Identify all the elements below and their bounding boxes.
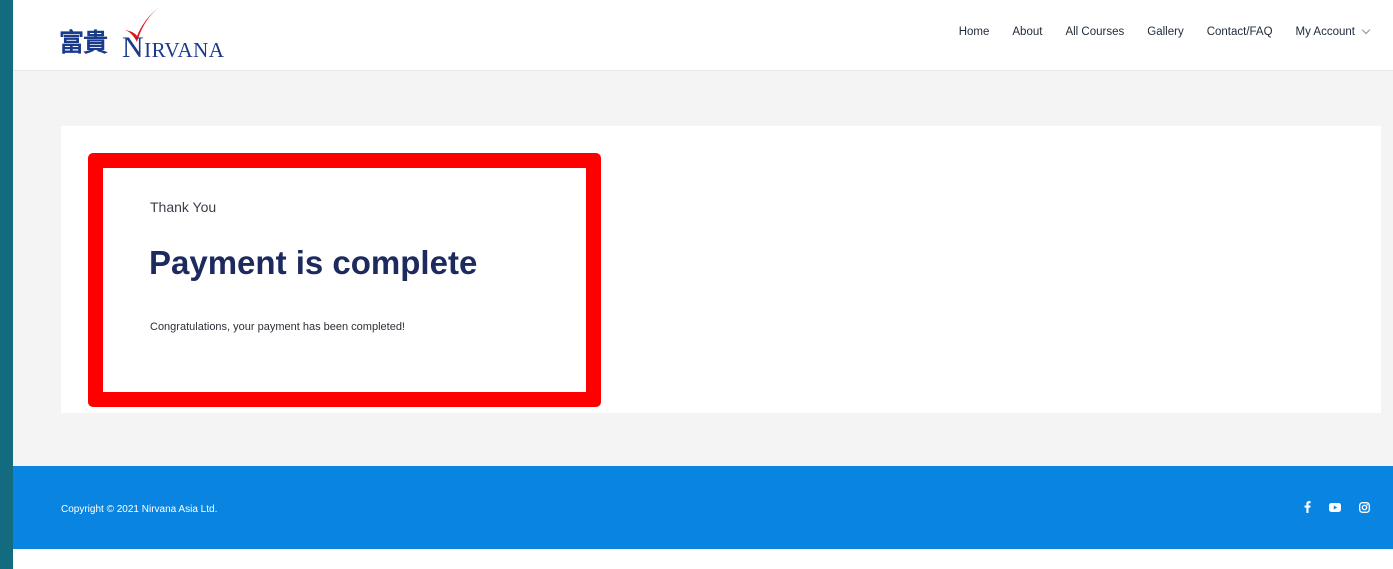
- instagram-icon[interactable]: [1359, 501, 1370, 513]
- site-header: 富貴 NIRVANA Home About All Courses Galler…: [13, 0, 1393, 71]
- youtube-icon[interactable]: [1329, 502, 1341, 512]
- subtitle: Thank You: [150, 199, 217, 215]
- page: 富貴 NIRVANA Home About All Courses Galler…: [13, 0, 1393, 569]
- logo-initial: N: [122, 31, 145, 64]
- main-nav: Home About All Courses Gallery Contact/F…: [936, 22, 1371, 42]
- nav-all-courses[interactable]: All Courses: [1065, 26, 1124, 38]
- nav-my-account[interactable]: My Account: [1295, 25, 1371, 38]
- nav-contact-faq[interactable]: Contact/FAQ: [1207, 26, 1273, 38]
- logo-rest: IRVANA: [144, 38, 225, 62]
- site-logo[interactable]: 富貴 NIRVANA: [59, 6, 259, 64]
- nav-my-account-label: My Account: [1295, 26, 1355, 38]
- chevron-down-icon: [1361, 25, 1371, 35]
- copyright-text: Copyright © 2021 Nirvana Asia Ltd.: [61, 504, 218, 515]
- social-links: [1286, 501, 1370, 513]
- page-title: Payment is complete: [149, 244, 478, 281]
- facebook-icon[interactable]: [1304, 501, 1311, 513]
- site-footer: Copyright © 2021 Nirvana Asia Ltd.: [13, 466, 1393, 549]
- bottom-strip: [13, 549, 1393, 569]
- logo-wordmark: NIRVANA: [122, 33, 225, 63]
- nav-about[interactable]: About: [1012, 26, 1042, 38]
- logo-cjk-text: 富貴: [59, 28, 108, 57]
- nav-gallery[interactable]: Gallery: [1147, 26, 1183, 38]
- nav-home[interactable]: Home: [959, 26, 990, 38]
- confirmation-message: Congratulations, your payment has been c…: [150, 321, 405, 333]
